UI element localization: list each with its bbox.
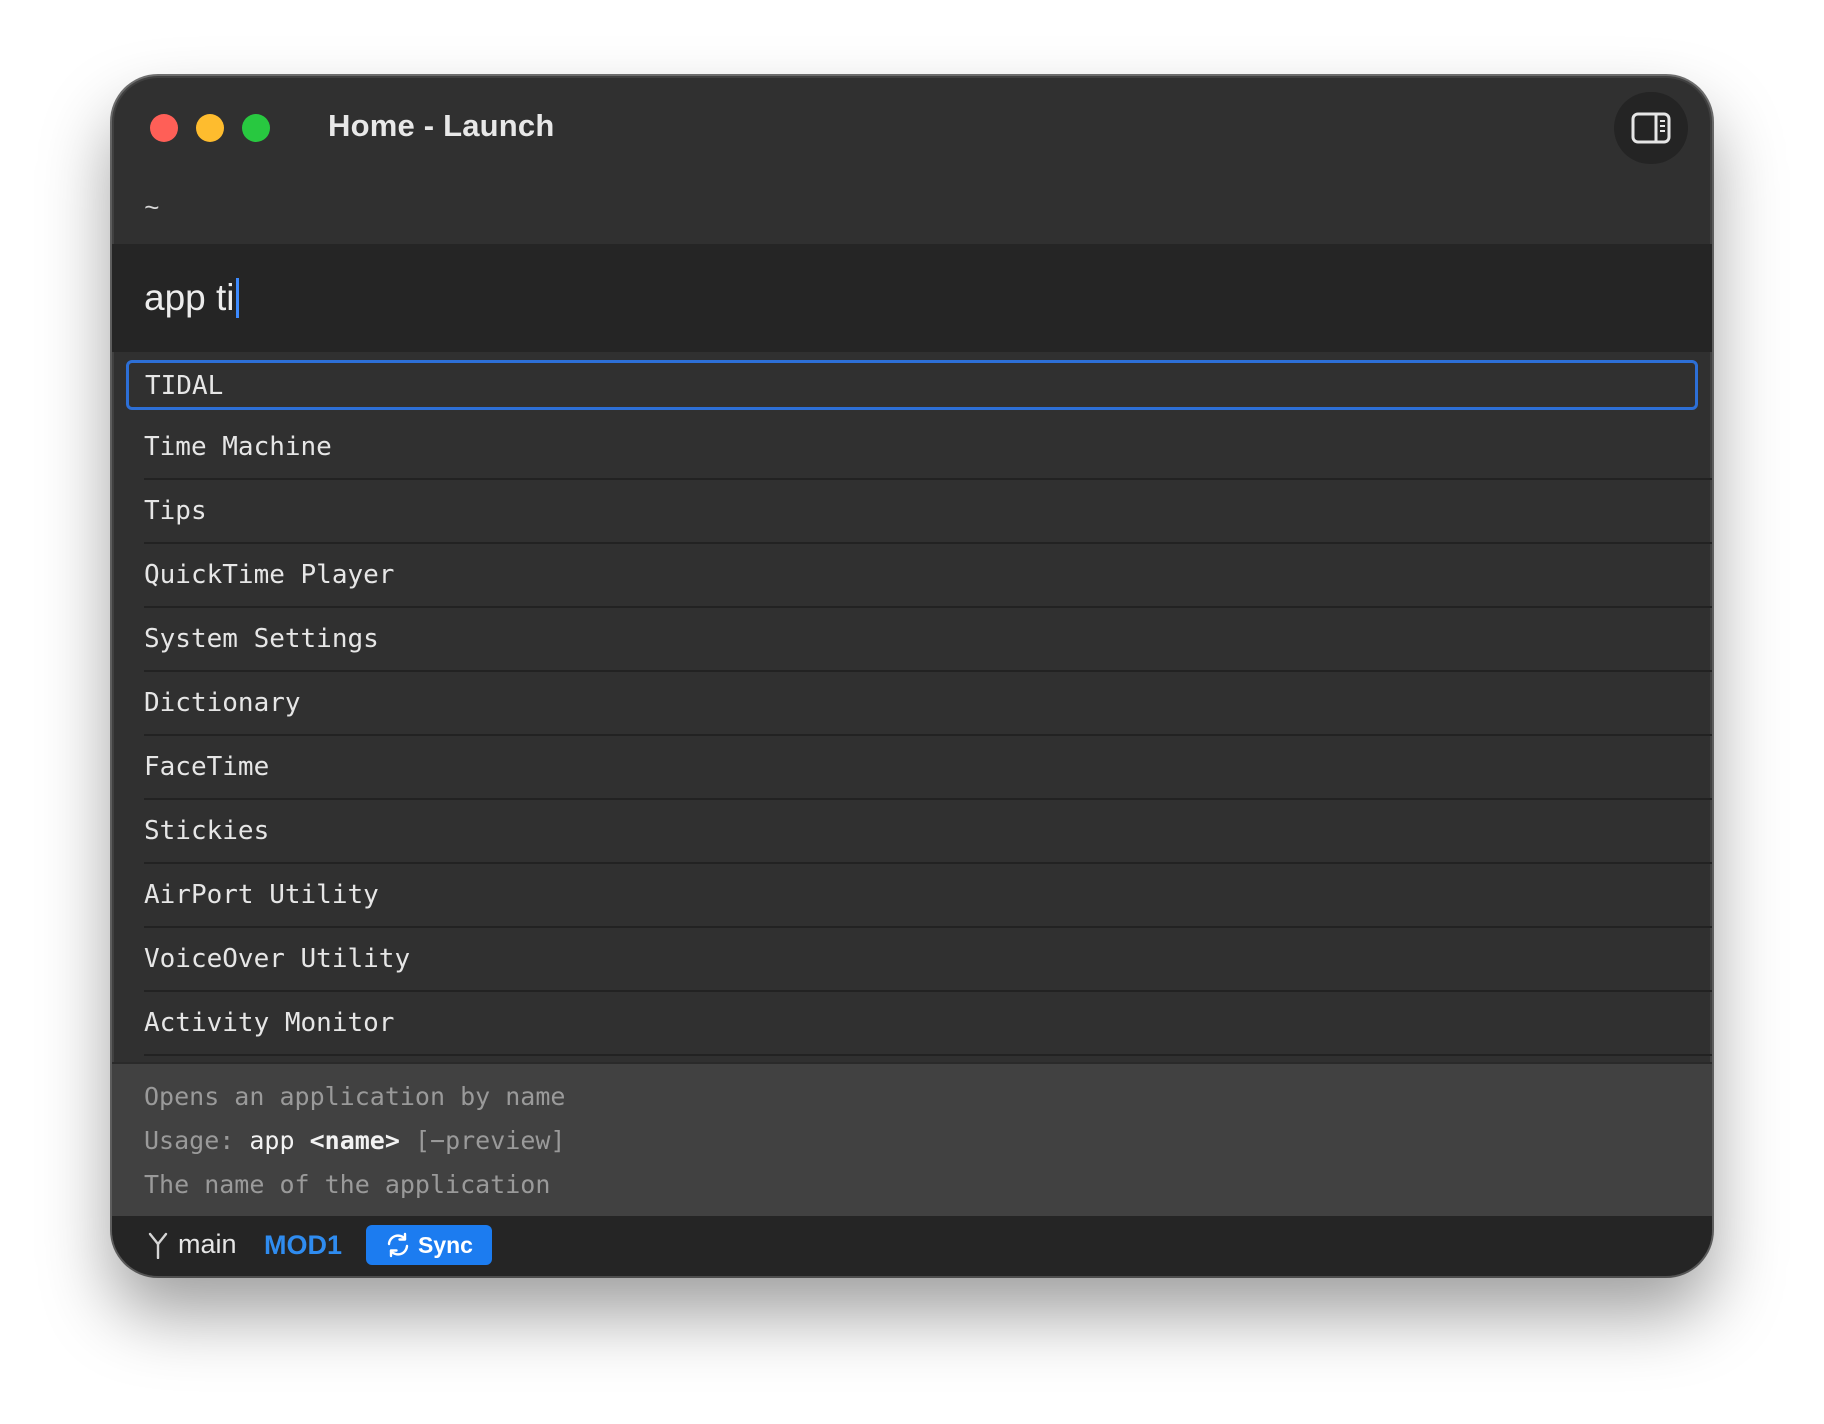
result-item[interactable]: FaceTime: [144, 736, 1712, 800]
result-item[interactable]: Stickies: [144, 800, 1712, 864]
command-input-value: app ti: [144, 277, 235, 318]
branch-name: main: [178, 1229, 237, 1259]
usage-option: [−preview]: [414, 1126, 566, 1155]
sync-label: Sync: [418, 1231, 473, 1258]
result-item[interactable]: AirPort Utility: [144, 864, 1712, 928]
git-branch-icon: [148, 1232, 168, 1259]
close-window-button[interactable]: [150, 114, 178, 142]
result-item[interactable]: Tips: [144, 480, 1712, 544]
text-caret: [235, 278, 239, 318]
usage-label: Usage:: [144, 1126, 235, 1155]
result-item[interactable]: VoiceOver Utility: [144, 928, 1712, 992]
branch-indicator[interactable]: main: [146, 1229, 237, 1260]
help-argument-description: The name of the application: [144, 1170, 551, 1199]
command-input-row[interactable]: app ti: [112, 244, 1712, 352]
help-usage: Usage: app <name> [−preview]: [144, 1126, 565, 1155]
maximize-window-button[interactable]: [242, 114, 270, 142]
help-description: Opens an application by name: [144, 1082, 566, 1111]
result-item[interactable]: Dictionary: [144, 672, 1712, 736]
status-bar: main MOD1 Sync: [112, 1216, 1712, 1276]
sync-icon: [387, 1232, 409, 1258]
usage-command: app: [249, 1126, 295, 1155]
sidebar-toggle-icon: [1631, 112, 1671, 144]
usage-argument: <name>: [309, 1126, 400, 1155]
window-title: Home - Launch: [328, 108, 555, 143]
current-path: ~: [144, 194, 160, 224]
results-list: TIDAL Time Machine Tips QuickTime Player…: [112, 352, 1712, 1056]
minimize-window-button[interactable]: [196, 114, 224, 142]
command-input[interactable]: app ti: [144, 276, 239, 320]
title-bar: Home - Launch: [112, 76, 1712, 182]
result-item-selected[interactable]: TIDAL: [126, 360, 1698, 410]
result-item[interactable]: QuickTime Player: [144, 544, 1712, 608]
sidebar-toggle-button[interactable]: [1614, 92, 1688, 164]
result-item[interactable]: Time Machine: [144, 416, 1712, 480]
launcher-window: Home - Launch ~ app ti TIDAL Time Machin…: [112, 76, 1712, 1276]
result-item[interactable]: Activity Monitor: [144, 992, 1712, 1056]
mode-indicator[interactable]: MOD1: [264, 1230, 342, 1261]
sync-button[interactable]: Sync: [366, 1225, 492, 1265]
result-item[interactable]: System Settings: [144, 608, 1712, 672]
help-panel: Opens an application by name Usage: app …: [112, 1062, 1712, 1218]
